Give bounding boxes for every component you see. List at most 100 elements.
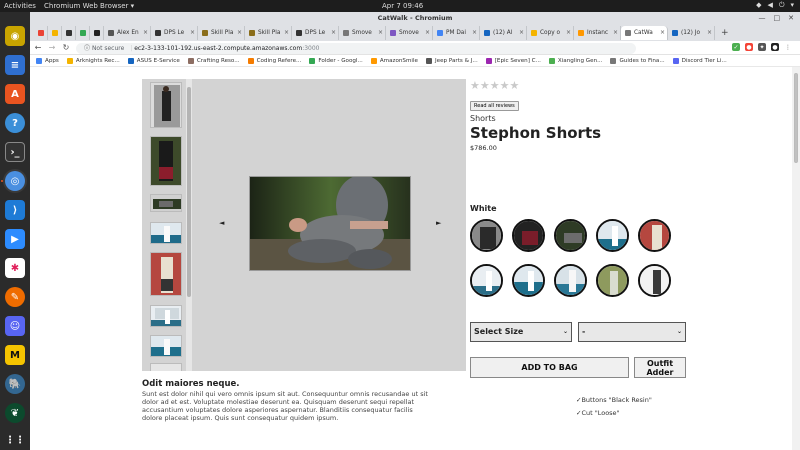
quantity-select[interactable]: - ⌄ [578,322,686,342]
vscode-icon[interactable]: ⟩ [5,200,25,220]
new-tab-icon[interactable]: + [715,26,729,41]
thumbnail[interactable] [150,136,182,186]
scrollbar-thumb[interactable] [794,73,798,163]
tab-close-icon[interactable]: × [707,29,712,36]
bookmark-item[interactable]: Jeep Parts & J... [426,57,478,64]
style-thumbnail[interactable] [554,219,587,252]
browser-tab[interactable] [76,26,90,40]
reload-icon[interactable]: ↻ [60,43,72,52]
kebab-menu-icon[interactable]: ⋮ [784,43,792,51]
style-thumbnail[interactable] [638,219,671,252]
style-thumbnail[interactable] [596,264,629,297]
browser-tab[interactable] [34,26,48,40]
postman-icon[interactable]: ✎ [5,287,25,307]
text-editor-icon[interactable]: ≡ [5,55,25,75]
miro-icon[interactable]: M [5,345,25,365]
extension-icon[interactable]: ● [745,43,753,51]
style-thumbnail[interactable] [470,219,503,252]
browser-tab[interactable]: (12) Jo × [668,26,715,40]
zoom-icon[interactable]: ▶ [5,229,25,249]
tab-close-icon[interactable]: × [331,29,336,36]
style-thumbnail[interactable] [638,264,671,297]
discord-icon[interactable]: ☺ [5,316,25,336]
tab-close-icon[interactable]: × [190,29,195,36]
help-icon[interactable]: ? [5,113,25,133]
browser-tab[interactable] [90,26,104,40]
bookmark-item[interactable]: ASUS E-Service [127,57,180,64]
browser-tab[interactable]: Smove × [386,26,433,40]
tab-close-icon[interactable]: × [425,29,430,36]
size-select[interactable]: Select Size ⌄ [470,322,572,342]
style-thumbnail[interactable] [554,264,587,297]
back-icon[interactable]: ← [32,43,44,52]
browser-tab[interactable]: PM Dai × [433,26,480,40]
extension-icon[interactable]: ✓ [732,43,740,51]
gallery-next-arrow[interactable]: ► [436,219,441,227]
maximize-icon[interactable]: □ [774,14,781,22]
browser-tab[interactable]: DPS Le × [151,26,198,40]
bookmark-item[interactable]: AmazonSmile [370,57,418,64]
style-thumbnail[interactable] [470,264,503,297]
mongodb-icon[interactable]: ❦ [5,403,25,423]
bookmark-item[interactable]: Crafting Reso... [187,57,240,64]
browser-tab[interactable]: Copy o × [527,26,574,40]
thumbnail[interactable] [150,194,182,212]
style-thumbnail[interactable] [512,264,545,297]
tab-close-icon[interactable]: × [284,29,289,36]
browser-tab[interactable]: DPS Le × [292,26,339,40]
bookmark-item[interactable]: Arknights Rec... [66,57,120,64]
browser-tab[interactable]: CatWa × [621,26,668,40]
browser-tab[interactable]: Smove × [339,26,386,40]
thumbnail[interactable] [150,363,182,371]
thumbnail[interactable] [150,82,182,128]
bookmark-item[interactable]: Xiangling Gen... [548,57,602,64]
browser-tab[interactable]: Skill Pla × [245,26,292,40]
thumbnail[interactable] [150,335,182,357]
page-scrollbar[interactable] [792,67,800,450]
bookmark-item[interactable]: Discord Tier Li... [672,57,727,64]
tab-close-icon[interactable]: × [378,29,383,36]
app-menu[interactable]: Chromium Web Browser ▾ [44,2,134,10]
browser-tab[interactable] [62,26,76,40]
software-center-icon[interactable]: A [5,84,25,104]
browser-tab[interactable] [48,26,62,40]
scrollbar-thumb[interactable] [187,87,191,297]
profile-icon[interactable]: ● [771,43,779,51]
minimize-icon[interactable]: — [759,14,766,22]
tab-close-icon[interactable]: × [143,29,148,36]
tab-close-icon[interactable]: × [472,29,477,36]
tab-close-icon[interactable]: × [613,29,618,36]
tab-close-icon[interactable]: × [237,29,242,36]
tab-close-icon[interactable]: × [519,29,524,36]
activities-button[interactable]: Activities [4,2,36,10]
forward-icon[interactable]: → [46,43,58,52]
browser-tab[interactable]: Alex En × [104,26,151,40]
rhythmbox-icon[interactable]: ◉ [5,26,25,46]
browser-tab[interactable]: (12) Al × [480,26,527,40]
close-icon[interactable]: ✕ [788,14,794,22]
bookmark-item[interactable]: [Epic Seven] C... [485,57,541,64]
slack-icon[interactable]: ✱ [5,258,25,278]
bookmark-item[interactable]: Coding Refere... [247,57,301,64]
thumbnail[interactable] [150,222,182,244]
thumbnail-scrollbar[interactable] [186,79,192,371]
bookmark-item[interactable]: Guides to Fina... [610,57,665,64]
terminal-icon[interactable]: ›_ [5,142,25,162]
style-thumbnail[interactable] [512,219,545,252]
browser-tab[interactable]: Skill Pla × [198,26,245,40]
thumbnail[interactable] [150,305,182,327]
tab-close-icon[interactable]: × [566,29,571,36]
style-thumbnail[interactable] [596,219,629,252]
chromium-icon[interactable]: ◎ [5,171,25,191]
postgres-icon[interactable]: 🐘 [5,374,25,394]
bookmark-item[interactable]: Folder - Googl... [309,57,363,64]
system-tray[interactable]: ◆ ◀ ⏻ ▾ [756,1,794,10]
tab-close-icon[interactable]: × [660,29,665,36]
gallery-prev-arrow[interactable]: ◄ [219,219,224,227]
info-icon[interactable]: ⓘ [84,45,90,52]
main-product-image[interactable] [249,176,411,271]
bookmark-item[interactable]: Apps [36,57,59,64]
outfit-adder-button[interactable]: Outfit Adder [634,357,686,378]
browser-tab[interactable]: Instanc × [574,26,621,40]
address-bar[interactable]: ⓘ Not secure | ec2-3-133-101-192.us-east… [76,43,636,54]
